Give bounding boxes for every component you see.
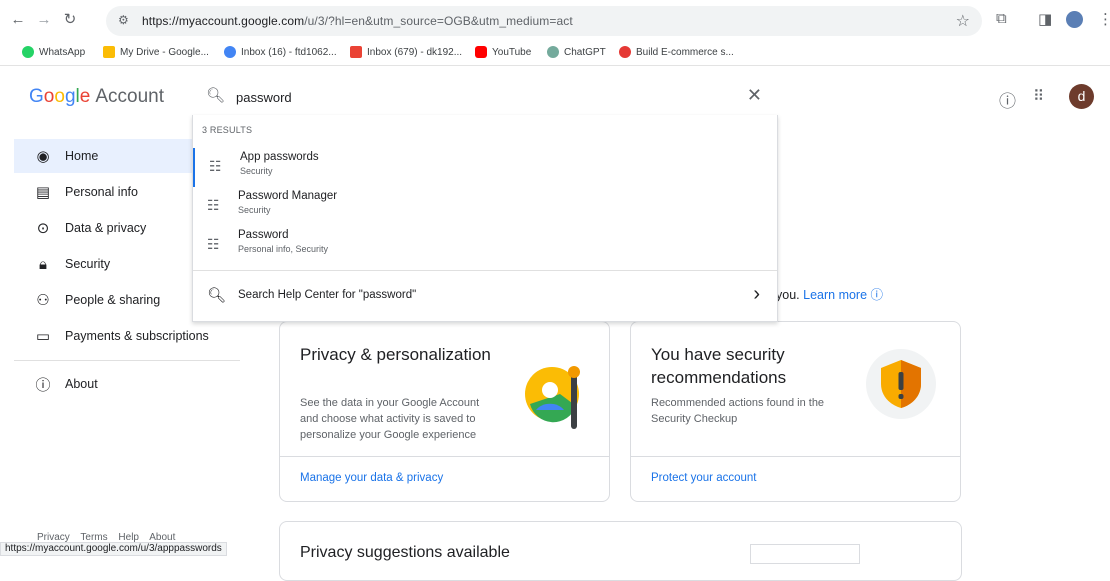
close-icon[interactable]: ✕: [747, 85, 762, 106]
profile-avatar[interactable]: [1066, 11, 1083, 28]
drive-icon: [103, 46, 115, 58]
settings-page-icon: ☷: [209, 158, 222, 174]
search-bar[interactable]: 🔍︎ ✕: [192, 80, 778, 114]
privacy-suggestions-title: Privacy suggestions available: [300, 544, 510, 561]
google-account-logo[interactable]: Google Account: [29, 86, 164, 108]
search-input[interactable]: [236, 86, 716, 108]
youtube-icon: [475, 46, 487, 58]
chatgpt-icon: [547, 46, 559, 58]
id-card-icon: ▤: [35, 184, 51, 201]
menu-kebab-icon[interactable]: ⋮: [1098, 10, 1110, 28]
search-icon: 🔍︎: [207, 287, 227, 304]
search-result-app-passwords[interactable]: ☷ App passwords Security: [193, 148, 777, 187]
search-help-center[interactable]: 🔍︎ Search Help Center for "password" ›: [193, 271, 777, 321]
bookmarks-bar: WhatsApp My Drive - Google... Inbox (16)…: [0, 40, 1110, 66]
apps-grid-icon[interactable]: ⠿: [1033, 87, 1044, 105]
card-divider: [631, 456, 960, 457]
reload-icon[interactable]: ↻: [62, 12, 78, 28]
help-icon[interactable]: ⓘ: [999, 87, 1016, 112]
bookmark-inbox-16[interactable]: Inbox (16) - ftd1062...: [224, 46, 337, 58]
people-icon: ⚇: [36, 292, 50, 309]
side-panel-icon[interactable]: ◨: [1038, 10, 1052, 28]
bookmark-inbox-679[interactable]: Inbox (679) - dk192...: [350, 46, 462, 58]
privacy-illustration-icon: [525, 366, 580, 429]
search-results-dropdown: 3 RESULTS ☷ App passwords Security ☷ Pas…: [192, 115, 778, 322]
browser-toolbar: ← → ↻ ⚙ https://myaccount.google.com/u/3…: [0, 0, 1110, 40]
bookmark-chatgpt[interactable]: ChatGPT: [547, 46, 606, 58]
lock-icon: 🔒︎: [39, 255, 47, 273]
privacy-card-title: Privacy & personalization: [300, 345, 491, 364]
privacy-card-desc: See the data in your Google Account and …: [300, 397, 480, 441]
site-info-icon[interactable]: ⚙: [118, 13, 129, 27]
back-arrow-icon[interactable]: ←: [10, 12, 26, 28]
bookmark-ecommerce[interactable]: Build E-commerce s...: [619, 46, 734, 58]
card-icon: ▭: [35, 328, 51, 345]
search-result-password-manager[interactable]: ☷ Password Manager Security: [193, 187, 777, 226]
account-avatar[interactable]: d: [1069, 84, 1094, 109]
security-card-desc: Recommended actions found in the Securit…: [651, 397, 825, 425]
privacy-suggestions-card: Privacy suggestions available: [279, 521, 962, 581]
address-bar[interactable]: ⚙ https://myaccount.google.com/u/3/?hl=e…: [106, 6, 982, 36]
bookmark-site-icon: [619, 46, 631, 58]
home-icon: ◉: [36, 148, 50, 165]
protect-account-link[interactable]: Protect your account: [651, 472, 756, 484]
security-shield-icon: [866, 349, 936, 419]
extensions-icon[interactable]: ⧉: [996, 10, 1007, 27]
settings-page-icon: ☷: [207, 236, 220, 252]
search-result-password[interactable]: ☷ Password Personal info, Security: [193, 226, 777, 265]
settings-page-icon: ☷: [207, 197, 220, 213]
intro-text: you. Learn more ⓘ: [776, 288, 884, 302]
bookmark-drive[interactable]: My Drive - Google...: [103, 46, 209, 58]
bookmark-youtube[interactable]: YouTube: [475, 46, 531, 58]
forward-arrow-icon[interactable]: →: [36, 12, 52, 28]
chevron-right-icon: ›: [753, 283, 760, 305]
search-icon: 🔍︎: [206, 87, 226, 104]
whatsapp-icon: [22, 46, 34, 58]
sidebar-item-payments[interactable]: ▭ Payments & subscriptions: [14, 319, 270, 353]
suggestion-illustration: [750, 544, 860, 564]
security-card-title: You have security recommendations: [651, 345, 787, 387]
results-count: 3 RESULTS: [202, 125, 253, 135]
bookmark-whatsapp[interactable]: WhatsApp: [22, 46, 85, 58]
bookmark-star-icon[interactable]: ☆: [956, 11, 970, 31]
learn-more-link[interactable]: Learn more: [803, 288, 867, 302]
toggle-icon: ⊙: [36, 220, 50, 237]
google-icon: [224, 46, 236, 58]
manage-data-link[interactable]: Manage your data & privacy: [300, 472, 443, 484]
sidebar-divider: [14, 360, 240, 361]
security-card: You have security recommendations Recomm…: [630, 321, 961, 502]
privacy-card: Privacy & personalization See the data i…: [279, 321, 610, 502]
help-circle-icon: ⓘ: [870, 288, 884, 302]
link-status-bar: https://myaccount.google.com/u/3/apppass…: [0, 542, 227, 556]
sidebar-item-about[interactable]: ⓘ About: [14, 367, 270, 401]
card-divider: [280, 456, 609, 457]
address-url: https://myaccount.google.com/u/3/?hl=en&…: [142, 14, 573, 28]
gmail-icon: [350, 46, 362, 58]
info-icon: ⓘ: [35, 376, 51, 394]
